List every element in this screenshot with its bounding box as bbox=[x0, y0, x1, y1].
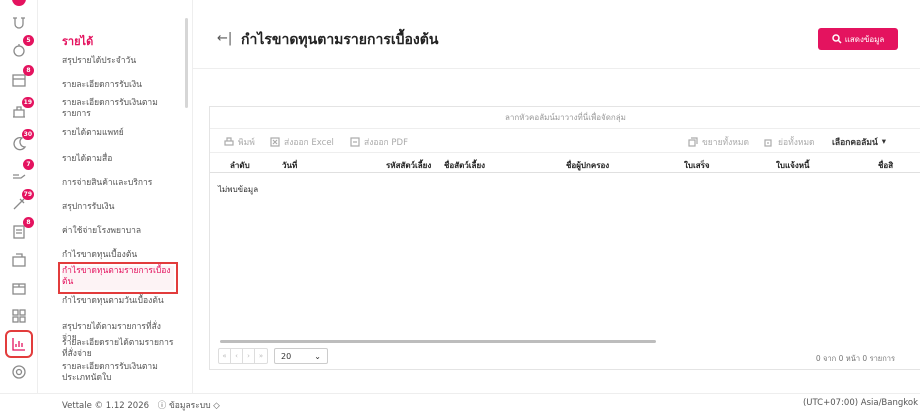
appointment-icon[interactable]: 8 bbox=[9, 65, 34, 90]
system-info-label: ข้อมูลระบบ bbox=[168, 401, 211, 411]
cashier-icon[interactable] bbox=[9, 250, 29, 270]
system-info-link[interactable]: ⓘ ข้อมูลระบบ ◇ bbox=[158, 401, 220, 411]
next-page-icon[interactable]: › bbox=[243, 349, 255, 363]
print-button[interactable]: พิมพ์ bbox=[224, 135, 255, 149]
export-pdf-label: ส่งออก PDF bbox=[364, 138, 408, 148]
report-chart-icon[interactable] bbox=[5, 330, 33, 358]
queue-badge: 5 bbox=[23, 35, 34, 46]
column-header-receipt[interactable]: ใบเสร็จ bbox=[684, 159, 710, 172]
syringe-badge: 79 bbox=[21, 189, 34, 200]
sidebar-item-income-detail-by-order[interactable]: รายละเอียดรายได้ตามรายการที่สั่งจ่าย bbox=[62, 338, 174, 360]
data-grid: ลากหัวคอลัมน์มาวางที่นี่เพื่อจัดกลุ่ม พิ… bbox=[209, 106, 920, 370]
choose-columns-dropdown[interactable]: เลือกคอลัมน์ ▾ bbox=[832, 135, 886, 149]
column-header-owner-name[interactable]: ชื่อผู้ปกครอง bbox=[566, 159, 609, 172]
column-header-pet-name[interactable]: ชื่อสัตว์เลี้ยง bbox=[444, 159, 485, 172]
sidebar-item-payment-detail[interactable]: รายละเอียดการรับเงิน bbox=[62, 80, 174, 91]
collapse-icon bbox=[764, 139, 772, 147]
report-sidebar: รายได้ สรุปรายได้ประจำวัน รายละเอียดการร… bbox=[38, 0, 190, 393]
sidebar-scrollbar[interactable] bbox=[185, 18, 188, 108]
print-label: พิมพ์ bbox=[238, 138, 255, 148]
empty-message: ไม่พบข้อมูล bbox=[218, 185, 259, 194]
show-data-button[interactable]: แสดงข้อมูล bbox=[818, 28, 898, 50]
export-pdf-button[interactable]: ส่งออก PDF bbox=[350, 135, 408, 149]
stethoscope-icon[interactable] bbox=[9, 12, 29, 32]
export-excel-label: ส่งออก Excel bbox=[284, 138, 334, 148]
horizontal-scrollbar[interactable] bbox=[220, 340, 656, 343]
sidebar-item-hospital-expense[interactable]: ค่าใช้จ่ายโรงพยาบาล bbox=[62, 226, 174, 237]
chevron-icon: ◇ bbox=[213, 401, 220, 411]
column-header-date[interactable]: วันที่ bbox=[282, 159, 297, 172]
choose-columns-label: เลือกคอลัมน์ bbox=[832, 138, 878, 148]
collapse-all-label: ย่อทั้งหมด bbox=[778, 138, 815, 148]
sidebar-item-profit-loss[interactable]: กำไรขาดทุนเบื้องต้น bbox=[62, 250, 174, 261]
pager-info: 0 จาก 0 หน้า 0 รายการ bbox=[815, 354, 895, 363]
column-header-no[interactable]: ลำดับ bbox=[230, 159, 250, 172]
page-size-value: 20 bbox=[281, 351, 292, 361]
sidebar-item-income-by-media[interactable]: รายได้ตามสื่อ bbox=[62, 154, 174, 165]
grid-toolbar: พิมพ์ ส่งออก Excel ส่งออก PDF ขยายทั้งหม… bbox=[210, 131, 920, 151]
hand-icon[interactable]: 7 bbox=[9, 159, 34, 184]
back-icon[interactable]: ←| bbox=[217, 31, 232, 46]
column-header-invoice[interactable]: ใบแจ้งหนี้ bbox=[776, 159, 809, 172]
document-icon[interactable]: 8 bbox=[9, 217, 34, 242]
footer-left: Vettale © 1.12 2026 ⓘ ข้อมูลระบบ ◇ bbox=[62, 398, 220, 411]
sidebar-item-profit-loss-by-day[interactable]: กำไรขาดทุนตามวันเบื้องต้น bbox=[62, 296, 174, 307]
expand-all-button[interactable]: ขยายทั้งหมด bbox=[688, 135, 749, 149]
collapse-all-button[interactable]: ย่อทั้งหมด bbox=[764, 135, 815, 149]
ward-badge: 19 bbox=[21, 97, 34, 108]
package-icon[interactable] bbox=[9, 278, 29, 298]
night-icon[interactable]: 30 bbox=[9, 129, 34, 154]
chevron-down-icon: ⌄ bbox=[314, 351, 321, 361]
sidebar-item-payment-summary[interactable]: สรุปการรับเงิน bbox=[62, 202, 174, 213]
printer-icon bbox=[224, 137, 234, 146]
column-header-pet-code[interactable]: รหัสสัตว์เลี้ยง bbox=[386, 159, 431, 172]
first-page-icon[interactable]: « bbox=[219, 349, 231, 363]
sidebar-title: รายได้ bbox=[62, 35, 94, 48]
search-icon bbox=[831, 34, 842, 44]
top-avatar-icon[interactable] bbox=[12, 0, 26, 6]
document-badge: 8 bbox=[23, 217, 34, 228]
icon-rail: 5 8 19 30 7 79 8 bbox=[0, 0, 38, 393]
appointment-badge: 8 bbox=[23, 65, 34, 76]
pager-nav: « ‹ › » bbox=[218, 348, 268, 364]
group-drop-area[interactable]: ลากหัวคอลัมน์มาวางที่นี่เพื่อจัดกลุ่ม bbox=[210, 107, 920, 129]
expand-all-label: ขยายทั้งหมด bbox=[702, 138, 750, 148]
night-badge: 30 bbox=[21, 129, 34, 140]
hand-badge: 7 bbox=[23, 159, 34, 170]
sidebar-item-profit-loss-by-item[interactable]: กำไรขาดทุนตามรายการเบื้องต้น bbox=[58, 262, 178, 294]
page-title: กำไรขาดทุนตามรายการเบื้องต้น bbox=[241, 32, 439, 48]
sidebar-item-payment-detail-by-item[interactable]: รายละเอียดการรับเงินตามรายการ bbox=[62, 98, 174, 120]
expand-icon bbox=[688, 137, 698, 147]
caret-down-icon: ▾ bbox=[881, 137, 887, 147]
info-icon: ⓘ bbox=[157, 401, 167, 411]
sidebar-item-product-service-dispense[interactable]: การจ่ายสินค้าและบริการ bbox=[62, 178, 174, 189]
version-text: Vettale © 1.12 2026 bbox=[62, 401, 150, 411]
apps-icon[interactable] bbox=[9, 306, 29, 326]
table-header: ลำดับ วันที่ รหัสสัตว์เลี้ยง ชื่อสัตว์เล… bbox=[210, 152, 920, 173]
pdf-icon bbox=[350, 137, 360, 147]
sidebar-item-payment-detail-by-type[interactable]: รายละเอียดการรับเงินตามประเภทนัดใบ bbox=[62, 362, 174, 384]
show-data-label: แสดงข้อมูล bbox=[844, 34, 885, 44]
sidebar-item-income-by-doctor[interactable]: รายได้ตามแพทย์ bbox=[62, 128, 174, 139]
page-size-select[interactable]: 20 ⌄ bbox=[274, 348, 328, 364]
last-page-icon[interactable]: » bbox=[255, 349, 267, 363]
syringe-icon[interactable]: 79 bbox=[9, 189, 34, 214]
column-header-product-name[interactable]: ชื่อสิ bbox=[878, 159, 893, 172]
main-content: ←| กำไรขาดทุนตามรายการเบื้องต้น แสดงข้อม… bbox=[192, 0, 920, 393]
ward-icon[interactable]: 19 bbox=[9, 97, 34, 122]
pager: « ‹ › » 20 ⌄ bbox=[218, 348, 328, 364]
footer: Vettale © 1.12 2026 ⓘ ข้อมูลระบบ ◇ (UTC+… bbox=[0, 393, 920, 411]
export-excel-button[interactable]: ส่งออก Excel bbox=[270, 135, 334, 149]
sidebar-item-daily-income[interactable]: สรุปรายได้ประจำวัน bbox=[62, 56, 174, 67]
settings-gear-icon[interactable] bbox=[9, 362, 29, 382]
excel-icon bbox=[270, 137, 280, 147]
timezone-text: (UTC+07:00) Asia/Bangkok bbox=[802, 398, 918, 408]
queue-icon[interactable]: 5 bbox=[9, 35, 34, 60]
header-divider bbox=[193, 68, 920, 69]
prev-page-icon[interactable]: ‹ bbox=[231, 349, 243, 363]
